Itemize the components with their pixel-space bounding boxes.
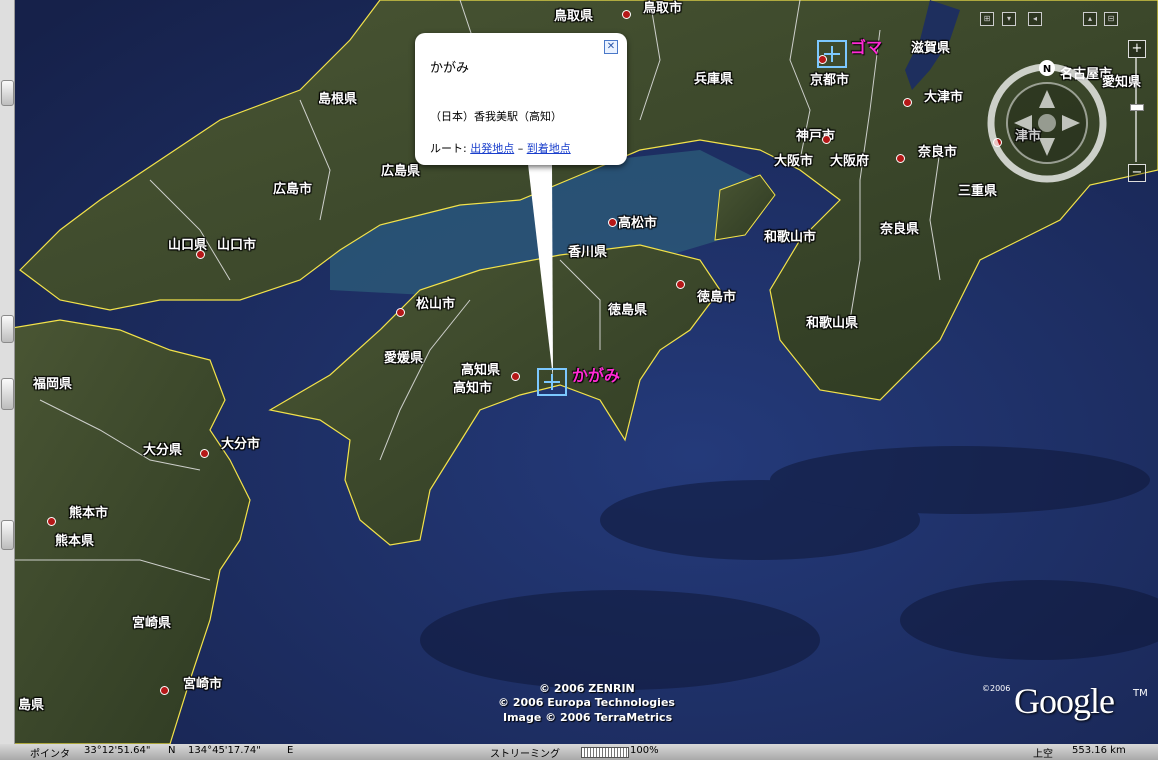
label-yamaguchi-shi[interactable]: 山口市	[217, 234, 256, 253]
label-osaka-shi[interactable]: 大阪市	[774, 150, 813, 169]
label-hiroshima-shi[interactable]: 広島市	[273, 178, 312, 197]
route-separator: –	[514, 142, 527, 155]
navigation-compass[interactable]: N	[984, 60, 1110, 186]
altitude-label: 上空	[1033, 749, 1053, 760]
label-kochi-ken[interactable]: 高知県	[461, 359, 500, 378]
view-toolbar: ⊞ ▾ ◂ ▴ ⊟	[978, 12, 1148, 30]
placemark-goma-icon[interactable]	[817, 40, 847, 68]
pointer-latitude: 33°12'51.64"	[84, 745, 151, 756]
label-shimane-ken[interactable]: 島根県	[318, 88, 357, 107]
google-logo-tm: TM	[1133, 688, 1148, 699]
label-wakayama-shi[interactable]: 和歌山市	[764, 226, 816, 245]
altitude-value: 553.16 km	[1072, 745, 1126, 756]
scroll-thumb-lower[interactable]	[1, 378, 14, 410]
longitude-direction: E	[287, 745, 294, 756]
label-kagoshima-ken[interactable]: 島県	[18, 694, 44, 713]
copyright-terrametrics: Image © 2006 TerraMetrics	[503, 711, 673, 724]
tilt-reset-icon[interactable]: ⊞	[980, 12, 994, 26]
label-oita-ken[interactable]: 大分県	[143, 439, 182, 458]
pointer-longitude: 134°45'17.74"	[188, 745, 261, 756]
pointer-label: ポインタ	[30, 749, 70, 760]
label-fukuoka-ken[interactable]: 福岡県	[33, 373, 72, 392]
label-oita-shi[interactable]: 大分市	[221, 433, 260, 452]
latitude-direction: N	[168, 745, 176, 756]
label-kochi-shi[interactable]: 高知市	[453, 377, 492, 396]
label-hiroshima-ken[interactable]: 広島県	[381, 160, 420, 179]
google-logo: Google	[1014, 681, 1115, 721]
zoom-slider-thumb[interactable]	[1130, 104, 1144, 111]
placemark-info-balloon: ✕ かがみ （日本）香我美駅（高知） ルート: 出発地点 – 到着地点	[415, 33, 627, 165]
route-from-link[interactable]: 出発地点	[470, 142, 514, 155]
placemark-goma-label[interactable]: ゴマ	[850, 34, 882, 58]
dot-kochi-shi	[511, 372, 520, 381]
label-nara-shi[interactable]: 奈良市	[918, 141, 957, 160]
dot-miyazaki-shi	[160, 686, 169, 695]
streaming-percent: 100%	[630, 745, 659, 756]
google-logo-year: ©2006	[982, 684, 1011, 693]
label-tokushima-shi[interactable]: 徳島市	[697, 286, 736, 305]
placemark-kagami-icon[interactable]	[537, 368, 567, 396]
copyright-zenrin: © 2006 ZENRIN	[539, 682, 635, 695]
dot-matsuyama-shi	[396, 308, 405, 317]
scroll-thumb-mid[interactable]	[1, 315, 14, 343]
copyright-europa: © 2006 Europa Technologies	[498, 696, 675, 709]
balloon-title: かがみ	[430, 61, 470, 76]
label-osaka-fu[interactable]: 大阪府	[830, 150, 869, 169]
label-kumamoto-shi[interactable]: 熊本市	[69, 502, 108, 521]
route-to-link[interactable]: 到着地点	[527, 142, 571, 155]
label-takamatsu-shi[interactable]: 高松市	[618, 212, 657, 231]
label-wakayama-ken[interactable]: 和歌山県	[806, 312, 858, 331]
placemark-kagami-label[interactable]: かがみ	[572, 362, 620, 386]
label-otsu-shi[interactable]: 大津市	[924, 86, 963, 105]
tilt-up-icon[interactable]: ▴	[1083, 12, 1097, 26]
label-tottori-shi[interactable]: 鳥取市	[643, 0, 682, 16]
label-shiga-ken[interactable]: 滋賀県	[911, 37, 950, 56]
label-kagawa-ken[interactable]: 香川県	[568, 241, 607, 260]
north-indicator[interactable]: N	[1043, 64, 1051, 75]
left-scrollbar[interactable]	[0, 0, 15, 760]
label-kyoto-shi[interactable]: 京都市	[810, 69, 849, 88]
close-icon[interactable]: ✕	[604, 40, 618, 54]
label-ehime-ken[interactable]: 愛媛県	[384, 347, 423, 366]
streaming-label: ストリーミング	[490, 749, 560, 760]
balloon-description: （日本）香我美駅（高知）	[430, 110, 562, 123]
label-nara-ken[interactable]: 奈良県	[880, 218, 919, 237]
zoom-in-button[interactable]: +	[1128, 40, 1146, 58]
dot-oita-shi	[200, 449, 209, 458]
dot-yamaguchi-shi	[196, 250, 205, 259]
status-bar: ポインタ 33°12'51.64" N 134°45'17.74" E ストリー…	[0, 744, 1158, 760]
zoom-out-button[interactable]: −	[1128, 164, 1146, 182]
label-miyazaki-shi[interactable]: 宮崎市	[183, 673, 222, 692]
dot-tokushima-shi	[676, 280, 685, 289]
dot-takamatsu-shi	[608, 218, 617, 227]
label-hyogo-ken[interactable]: 兵庫県	[694, 68, 733, 87]
label-kumamoto-ken[interactable]: 熊本県	[55, 530, 94, 549]
label-tokushima-ken[interactable]: 徳島県	[608, 299, 647, 318]
dot-tottori-shi	[622, 10, 631, 19]
label-miyazaki-ken[interactable]: 宮崎県	[132, 612, 171, 631]
route-prefix: ルート:	[430, 142, 471, 155]
dot-osaka-shi	[822, 135, 831, 144]
label-tottori-ken[interactable]: 鳥取県	[554, 5, 593, 24]
tilt-slider-icon[interactable]: ◂	[1028, 12, 1042, 26]
scroll-thumb-bottom[interactable]	[1, 520, 14, 550]
scroll-thumb-top[interactable]	[1, 80, 14, 106]
tilt-down-icon[interactable]: ▾	[1002, 12, 1016, 26]
label-matsuyama-shi[interactable]: 松山市	[416, 293, 455, 312]
dot-otsu-shi	[903, 98, 912, 107]
balloon-route: ルート: 出発地点 – 到着地点	[430, 140, 571, 156]
dot-kumamoto-shi	[47, 517, 56, 526]
tilt-max-icon[interactable]: ⊟	[1104, 12, 1118, 26]
streaming-progress-bar	[581, 747, 629, 758]
dot-nara-shi	[896, 154, 905, 163]
